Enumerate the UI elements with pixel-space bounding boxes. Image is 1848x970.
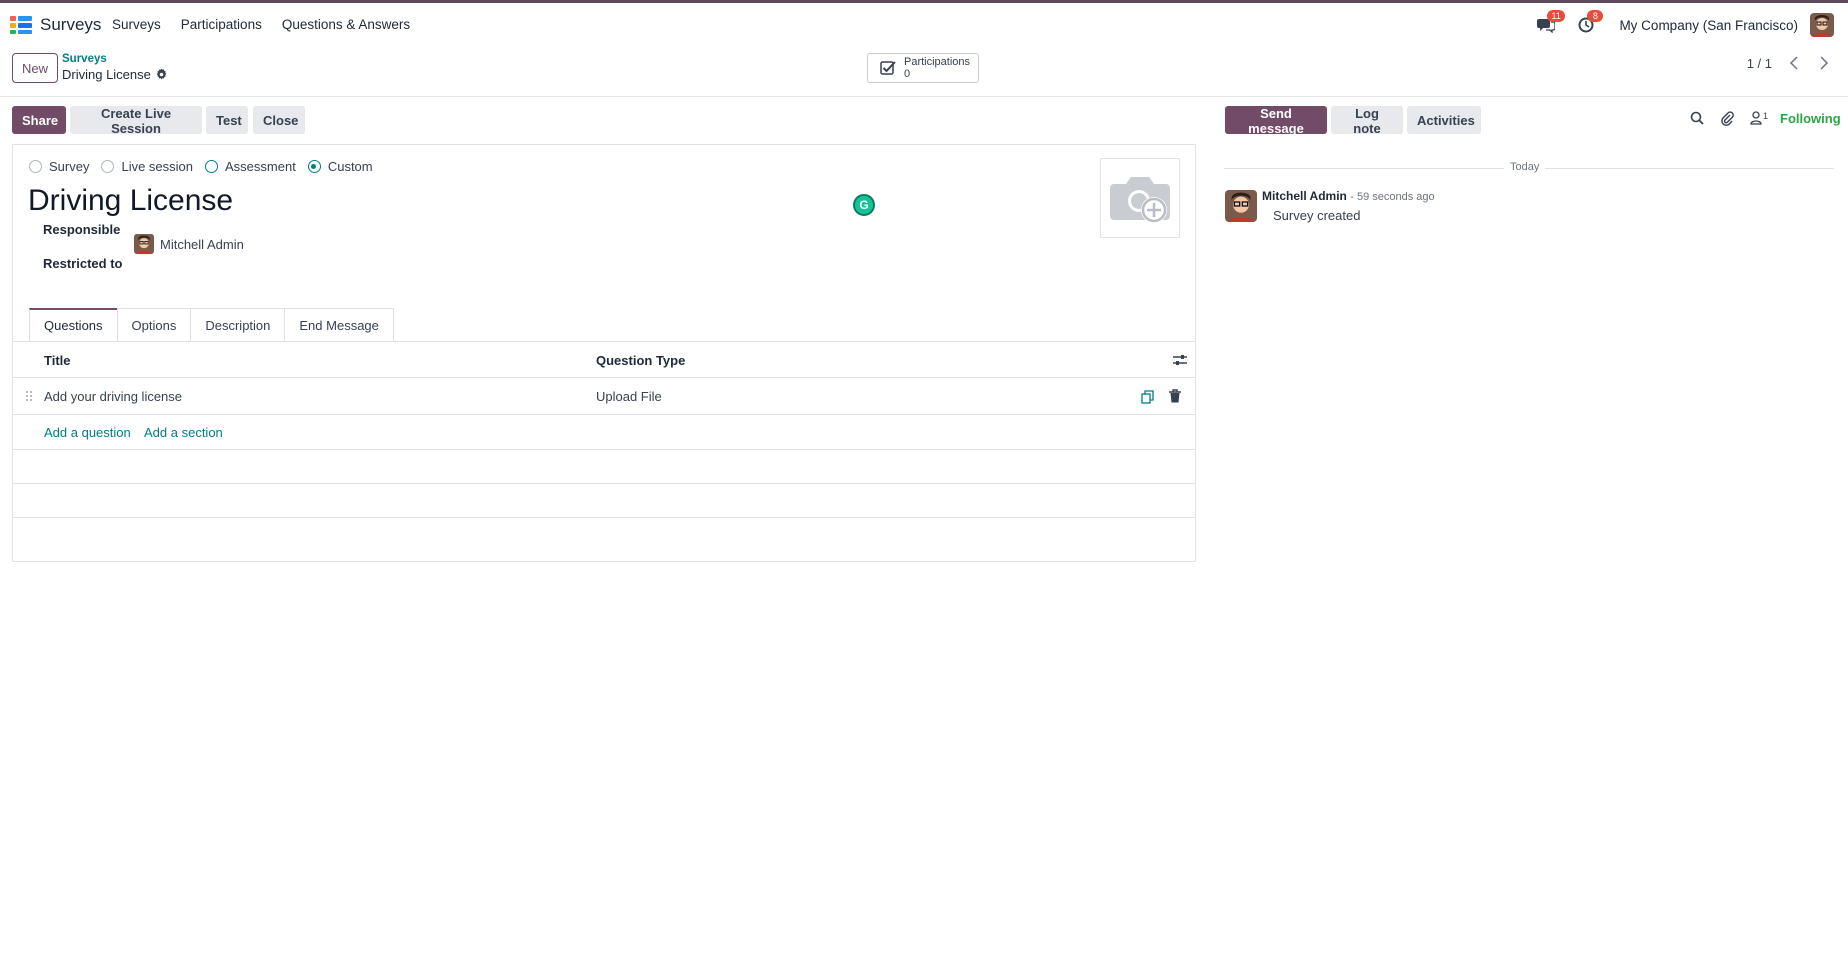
radio-label: Assessment [225,159,296,174]
radio-circle-checked [307,160,321,173]
radio-live-session[interactable]: Live session [101,159,193,174]
pager-value[interactable]: 1 / 1 [1747,56,1772,71]
message-header: Mitchell Admin - 59 seconds ago [1262,189,1435,203]
navbar: Surveys Surveys Participations Questions… [0,3,1848,47]
control-panel: New Surveys Driving License Participatio… [0,47,1848,97]
nav-item-participations[interactable]: Participations [181,17,262,32]
messages-button[interactable]: 11 [1535,10,1565,36]
drag-handle-icon[interactable] [25,390,33,402]
stat-label: Participations [904,56,971,68]
radio-label: Survey [49,159,90,174]
background-image-upload[interactable] [1100,158,1180,238]
radio-circle [101,160,115,173]
empty-row [13,484,1195,518]
column-title[interactable]: Title [44,353,71,368]
radio-custom[interactable]: Custom [307,159,373,174]
empty-row [13,450,1195,484]
nav-menu: Surveys Participations Questions & Answe… [112,17,430,32]
test-button[interactable]: Test [206,106,248,134]
send-message-button[interactable]: Send message [1225,106,1327,136]
participations-stat-button[interactable]: Participations 0 [867,53,979,83]
stat-text: Participations 0 [904,56,970,80]
responsible-label: Responsible [43,222,121,237]
camera-add-icon [1110,177,1170,223]
chevron-right-icon [1820,56,1829,70]
activities-button[interactable]: 8 [1575,10,1604,36]
activities-button[interactable]: Activities [1407,106,1481,134]
chatter-tools: 1 Following [1690,110,1841,126]
date-label: Today [1504,161,1546,173]
share-button[interactable]: Share [12,106,66,134]
following-button[interactable]: Following [1780,111,1841,126]
breadcrumb-current-label: Driving License [62,67,151,82]
followers-count: 1 [1763,111,1769,121]
avatar-image [1810,13,1834,37]
app-grid-icon[interactable] [10,16,32,34]
gear-icon[interactable] [156,69,167,80]
company-switcher[interactable]: My Company (San Francisco) [1619,18,1798,33]
radio-assessment[interactable]: Assessment [205,159,296,174]
grammarly-icon[interactable]: G [853,194,875,216]
message-author[interactable]: Mitchell Admin [1262,189,1347,203]
paperclip-icon[interactable] [1720,110,1734,126]
radio-survey[interactable]: Survey [29,159,89,174]
column-question-type[interactable]: Question Type [596,353,685,368]
survey-title-input[interactable]: Driving License [28,184,233,218]
date-separator: Today [1224,160,1834,176]
nav-item-surveys[interactable]: Surveys [112,17,161,32]
search-icon[interactable] [1690,111,1704,125]
checkbox-icon [880,61,896,75]
add-question-link[interactable]: Add a question [44,425,131,440]
message-time: - 59 seconds ago [1350,191,1435,203]
row-title: Add your driving license [44,389,183,404]
add-section-link[interactable]: Add a section [144,425,223,440]
breadcrumb-current: Driving License [62,67,167,82]
copy-icon[interactable] [1141,390,1154,404]
row-question-type: Upload File [596,389,662,404]
tab-end-message[interactable]: End Message [284,308,394,341]
responsible-value: Mitchell Admin [160,236,244,252]
followers-button[interactable]: 1 [1750,111,1768,125]
user-icon [1750,111,1762,125]
pager-previous-button[interactable] [1786,55,1802,71]
pager-next-button[interactable] [1816,55,1832,71]
message-body: Survey created [1273,208,1361,223]
message-author-avatar[interactable] [1225,190,1257,222]
tab-description[interactable]: Description [190,308,286,341]
systray: 11 8 My Company (San Francisco) [1535,3,1848,47]
tab-questions[interactable]: Questions [29,308,118,341]
table-row[interactable]: Add your driving license Upload File [13,378,1195,415]
list-header: Title Question Type [13,342,1195,378]
pager: 1 / 1 [1747,55,1832,71]
trash-icon[interactable] [1169,389,1181,403]
notebook-tabs: Questions Options Description End Messag… [29,308,394,341]
log-note-button[interactable]: Log note [1331,106,1403,136]
column-settings-icon[interactable] [1173,354,1187,366]
messages-badge: 11 [1547,10,1565,22]
nav-item-questions-answers[interactable]: Questions & Answers [282,17,410,32]
radio-circle [29,160,42,173]
radio-circle [205,160,219,173]
stat-value: 0 [904,68,911,80]
close-button[interactable]: Close [253,106,305,134]
breadcrumb-parent[interactable]: Surveys [62,53,107,65]
responsible-field[interactable]: Mitchell Admin [134,234,244,254]
avatar [134,234,154,254]
user-avatar[interactable] [1810,13,1834,37]
chevron-left-icon [1789,56,1798,70]
create-live-session-button[interactable]: Create Live Session [70,106,202,136]
app-name[interactable]: Surveys [40,15,101,35]
form-sheet: Survey Live session Assessment Custom Dr… [12,144,1196,562]
activities-badge: 8 [1587,10,1604,22]
add-line-row: Add a question Add a section [13,415,1195,450]
radio-label: Live session [121,159,194,174]
restricted-to-label: Restricted to [43,256,123,271]
new-button[interactable]: New [12,53,58,83]
tab-options[interactable]: Options [116,308,192,341]
survey-type-radios: Survey Live session Assessment Custom [29,159,385,174]
radio-label: Custom [327,159,373,174]
